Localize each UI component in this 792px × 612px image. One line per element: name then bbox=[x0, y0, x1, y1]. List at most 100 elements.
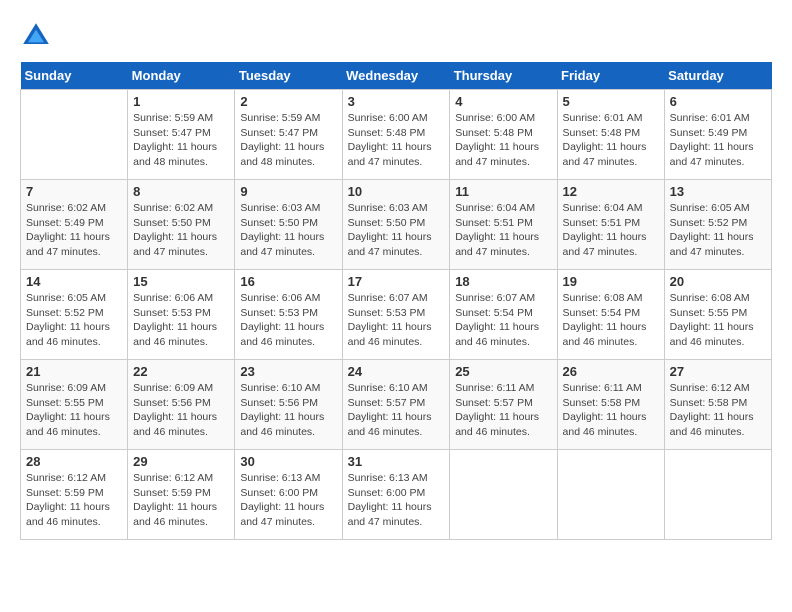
day-cell: 20 Sunrise: 6:08 AM Sunset: 5:55 PM Dayli… bbox=[664, 270, 771, 360]
day-number: 5 bbox=[563, 94, 659, 109]
day-number: 2 bbox=[240, 94, 336, 109]
logo bbox=[20, 20, 56, 52]
day-number: 31 bbox=[348, 454, 445, 469]
page-header bbox=[20, 20, 772, 52]
day-number: 1 bbox=[133, 94, 229, 109]
day-cell: 19 Sunrise: 6:08 AM Sunset: 5:54 PM Dayli… bbox=[557, 270, 664, 360]
week-row-2: 7 Sunrise: 6:02 AM Sunset: 5:49 PM Daylig… bbox=[21, 180, 772, 270]
day-number: 27 bbox=[670, 364, 766, 379]
day-info: Sunrise: 6:12 AM Sunset: 5:59 PM Dayligh… bbox=[26, 471, 122, 530]
day-info: Sunrise: 6:08 AM Sunset: 5:54 PM Dayligh… bbox=[563, 291, 659, 350]
day-cell: 27 Sunrise: 6:12 AM Sunset: 5:58 PM Dayli… bbox=[664, 360, 771, 450]
day-cell: 22 Sunrise: 6:09 AM Sunset: 5:56 PM Dayli… bbox=[128, 360, 235, 450]
weekday-header-saturday: Saturday bbox=[664, 62, 771, 90]
week-row-3: 14 Sunrise: 6:05 AM Sunset: 5:52 PM Dayli… bbox=[21, 270, 772, 360]
day-cell: 21Sunrise: 6:09 AM Sunset: 5:55 PM Dayli… bbox=[21, 360, 128, 450]
day-number: 26 bbox=[563, 364, 659, 379]
day-info: Sunrise: 6:01 AM Sunset: 5:49 PM Dayligh… bbox=[670, 111, 766, 170]
day-cell: 24Sunrise: 6:10 AM Sunset: 5:57 PM Dayli… bbox=[342, 360, 450, 450]
day-cell: 7 Sunrise: 6:02 AM Sunset: 5:49 PM Daylig… bbox=[21, 180, 128, 270]
day-info: Sunrise: 6:07 AM Sunset: 5:54 PM Dayligh… bbox=[455, 291, 551, 350]
day-info: Sunrise: 6:03 AM Sunset: 5:50 PM Dayligh… bbox=[240, 201, 336, 260]
day-cell: 31 Sunrise: 6:13 AM Sunset: 6:00 PM Dayli… bbox=[342, 450, 450, 540]
day-number: 18 bbox=[455, 274, 551, 289]
day-info: Sunrise: 6:12 AM Sunset: 5:58 PM Dayligh… bbox=[670, 381, 766, 440]
day-info: Sunrise: 6:12 AM Sunset: 5:59 PM Dayligh… bbox=[133, 471, 229, 530]
day-number: 6 bbox=[670, 94, 766, 109]
day-info: Sunrise: 5:59 AM Sunset: 5:47 PM Dayligh… bbox=[240, 111, 336, 170]
week-row-4: 21Sunrise: 6:09 AM Sunset: 5:55 PM Dayli… bbox=[21, 360, 772, 450]
day-info: Sunrise: 6:02 AM Sunset: 5:50 PM Dayligh… bbox=[133, 201, 229, 260]
day-info: Sunrise: 5:59 AM Sunset: 5:47 PM Dayligh… bbox=[133, 111, 229, 170]
week-row-5: 28 Sunrise: 6:12 AM Sunset: 5:59 PM Dayli… bbox=[21, 450, 772, 540]
day-cell: 5Sunrise: 6:01 AM Sunset: 5:48 PM Daylig… bbox=[557, 90, 664, 180]
day-cell: 29Sunrise: 6:12 AM Sunset: 5:59 PM Dayli… bbox=[128, 450, 235, 540]
day-number: 20 bbox=[670, 274, 766, 289]
day-info: Sunrise: 6:06 AM Sunset: 5:53 PM Dayligh… bbox=[240, 291, 336, 350]
day-number: 19 bbox=[563, 274, 659, 289]
day-info: Sunrise: 6:05 AM Sunset: 5:52 PM Dayligh… bbox=[26, 291, 122, 350]
day-number: 4 bbox=[455, 94, 551, 109]
day-info: Sunrise: 6:00 AM Sunset: 5:48 PM Dayligh… bbox=[455, 111, 551, 170]
day-cell: 3Sunrise: 6:00 AM Sunset: 5:48 PM Daylig… bbox=[342, 90, 450, 180]
day-number: 7 bbox=[26, 184, 122, 199]
day-number: 28 bbox=[26, 454, 122, 469]
day-cell: 15 Sunrise: 6:06 AM Sunset: 5:53 PM Dayli… bbox=[128, 270, 235, 360]
day-info: Sunrise: 6:04 AM Sunset: 5:51 PM Dayligh… bbox=[563, 201, 659, 260]
day-cell: 1 Sunrise: 5:59 AM Sunset: 5:47 PM Daylig… bbox=[128, 90, 235, 180]
day-number: 17 bbox=[348, 274, 445, 289]
day-info: Sunrise: 6:06 AM Sunset: 5:53 PM Dayligh… bbox=[133, 291, 229, 350]
day-number: 14 bbox=[26, 274, 122, 289]
weekday-header-monday: Monday bbox=[128, 62, 235, 90]
day-info: Sunrise: 6:11 AM Sunset: 5:57 PM Dayligh… bbox=[455, 381, 551, 440]
day-number: 30 bbox=[240, 454, 336, 469]
day-cell: 10 Sunrise: 6:03 AM Sunset: 5:50 PM Dayli… bbox=[342, 180, 450, 270]
weekday-header-thursday: Thursday bbox=[450, 62, 557, 90]
day-info: Sunrise: 6:07 AM Sunset: 5:53 PM Dayligh… bbox=[348, 291, 445, 350]
week-row-1: 1 Sunrise: 5:59 AM Sunset: 5:47 PM Daylig… bbox=[21, 90, 772, 180]
day-number: 10 bbox=[348, 184, 445, 199]
day-cell: 25Sunrise: 6:11 AM Sunset: 5:57 PM Dayli… bbox=[450, 360, 557, 450]
day-number: 8 bbox=[133, 184, 229, 199]
day-number: 22 bbox=[133, 364, 229, 379]
day-cell: 4 Sunrise: 6:00 AM Sunset: 5:48 PM Daylig… bbox=[450, 90, 557, 180]
weekday-header-wednesday: Wednesday bbox=[342, 62, 450, 90]
day-info: Sunrise: 6:05 AM Sunset: 5:52 PM Dayligh… bbox=[670, 201, 766, 260]
day-cell: 13 Sunrise: 6:05 AM Sunset: 5:52 PM Dayli… bbox=[664, 180, 771, 270]
day-info: Sunrise: 6:13 AM Sunset: 6:00 PM Dayligh… bbox=[240, 471, 336, 530]
day-number: 16 bbox=[240, 274, 336, 289]
weekday-header-tuesday: Tuesday bbox=[235, 62, 342, 90]
day-info: Sunrise: 6:00 AM Sunset: 5:48 PM Dayligh… bbox=[348, 111, 445, 170]
day-cell bbox=[557, 450, 664, 540]
day-info: Sunrise: 6:04 AM Sunset: 5:51 PM Dayligh… bbox=[455, 201, 551, 260]
day-cell: 9 Sunrise: 6:03 AM Sunset: 5:50 PM Daylig… bbox=[235, 180, 342, 270]
day-number: 13 bbox=[670, 184, 766, 199]
day-info: Sunrise: 6:11 AM Sunset: 5:58 PM Dayligh… bbox=[563, 381, 659, 440]
weekday-header-friday: Friday bbox=[557, 62, 664, 90]
day-number: 11 bbox=[455, 184, 551, 199]
day-cell: 17 Sunrise: 6:07 AM Sunset: 5:53 PM Dayli… bbox=[342, 270, 450, 360]
day-info: Sunrise: 6:10 AM Sunset: 5:56 PM Dayligh… bbox=[240, 381, 336, 440]
day-cell: 23Sunrise: 6:10 AM Sunset: 5:56 PM Dayli… bbox=[235, 360, 342, 450]
day-number: 12 bbox=[563, 184, 659, 199]
day-cell bbox=[450, 450, 557, 540]
day-info: Sunrise: 6:09 AM Sunset: 5:55 PM Dayligh… bbox=[26, 381, 122, 440]
day-cell: 16 Sunrise: 6:06 AM Sunset: 5:53 PM Dayli… bbox=[235, 270, 342, 360]
day-info: Sunrise: 6:08 AM Sunset: 5:55 PM Dayligh… bbox=[670, 291, 766, 350]
calendar-table: SundayMondayTuesdayWednesdayThursdayFrid… bbox=[20, 62, 772, 540]
day-info: Sunrise: 6:13 AM Sunset: 6:00 PM Dayligh… bbox=[348, 471, 445, 530]
day-number: 15 bbox=[133, 274, 229, 289]
day-cell: 18 Sunrise: 6:07 AM Sunset: 5:54 PM Dayli… bbox=[450, 270, 557, 360]
logo-icon bbox=[20, 20, 52, 52]
day-info: Sunrise: 6:03 AM Sunset: 5:50 PM Dayligh… bbox=[348, 201, 445, 260]
day-info: Sunrise: 6:02 AM Sunset: 5:49 PM Dayligh… bbox=[26, 201, 122, 260]
weekday-header-sunday: Sunday bbox=[21, 62, 128, 90]
day-cell: 14 Sunrise: 6:05 AM Sunset: 5:52 PM Dayli… bbox=[21, 270, 128, 360]
day-cell: 26 Sunrise: 6:11 AM Sunset: 5:58 PM Dayli… bbox=[557, 360, 664, 450]
day-info: Sunrise: 6:10 AM Sunset: 5:57 PM Dayligh… bbox=[348, 381, 445, 440]
day-cell: 2 Sunrise: 5:59 AM Sunset: 5:47 PM Daylig… bbox=[235, 90, 342, 180]
day-info: Sunrise: 6:09 AM Sunset: 5:56 PM Dayligh… bbox=[133, 381, 229, 440]
day-number: 9 bbox=[240, 184, 336, 199]
day-cell: 28 Sunrise: 6:12 AM Sunset: 5:59 PM Dayli… bbox=[21, 450, 128, 540]
day-cell: 11 Sunrise: 6:04 AM Sunset: 5:51 PM Dayli… bbox=[450, 180, 557, 270]
